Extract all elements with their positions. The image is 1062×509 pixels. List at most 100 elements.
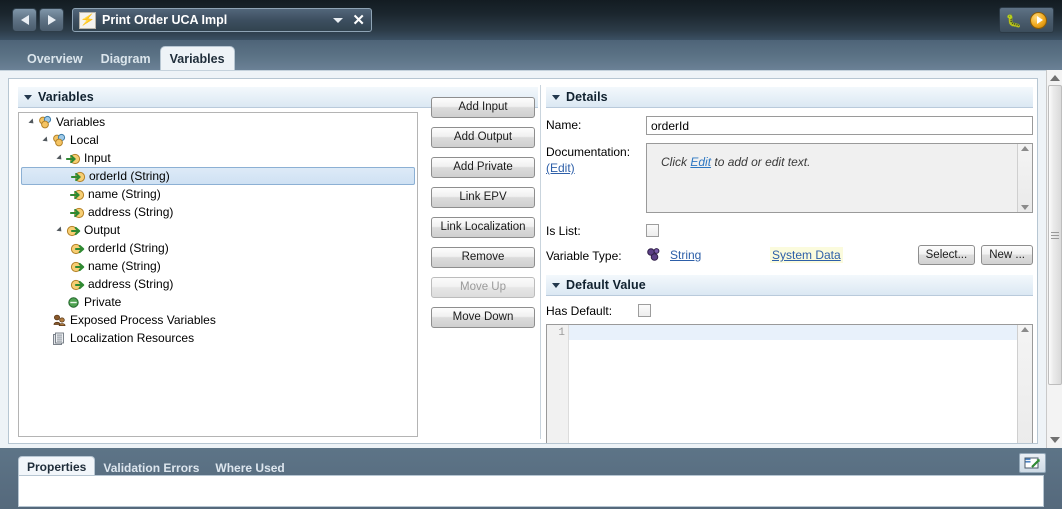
expand-arrow-icon[interactable] <box>55 154 65 162</box>
line-number: 1 <box>558 327 565 339</box>
add-output-button[interactable]: Add Output <box>431 127 535 148</box>
tree-item-localization-resources[interactable]: Localization Resources <box>19 329 417 347</box>
move-up-button: Move Up <box>431 277 535 298</box>
tree-item-label: Output <box>84 223 121 237</box>
variables-form: Variables Variables Local Input orderId … <box>8 78 1038 444</box>
documentation-edit-link[interactable]: (Edit) <box>546 161 646 175</box>
scroll-up-icon[interactable] <box>1021 327 1029 332</box>
chevron-down-icon[interactable] <box>333 17 344 23</box>
expand-arrow-icon[interactable] <box>55 226 65 234</box>
tree-item-input-address[interactable]: address (String) <box>19 203 417 221</box>
new-type-button[interactable]: New ... <box>981 245 1033 265</box>
tab-properties[interactable]: Properties <box>18 456 96 477</box>
tree-item-output[interactable]: Output <box>19 221 417 239</box>
properties-content <box>18 475 1044 507</box>
collapse-twisty-icon[interactable] <box>552 282 560 288</box>
output-variable-icon <box>69 241 85 256</box>
exposed-process-variables-icon <box>51 313 67 328</box>
default-value-section-header: Default Value <box>546 275 1033 296</box>
variable-type-label: Variable Type: <box>546 249 622 263</box>
tree-item-label: name (String) <box>88 187 161 201</box>
tree-item-label: Localization Resources <box>70 331 195 345</box>
documentation-inline-edit-link[interactable]: Edit <box>690 155 711 169</box>
tree-item-output-address[interactable]: address (String) <box>19 275 417 293</box>
documentation-label-group: Documentation: (Edit) <box>546 143 646 175</box>
scroll-down-icon[interactable] <box>1049 437 1060 443</box>
active-editor-chip[interactable]: ⚡ Print Order UCA Impl ✕ <box>72 8 372 32</box>
tree-item-input[interactable]: Input <box>19 149 417 167</box>
forward-button[interactable] <box>39 8 64 32</box>
tree-item-label: Private <box>84 295 122 309</box>
variables-section-title: Variables <box>38 90 94 104</box>
scroll-down-icon[interactable] <box>1021 205 1029 210</box>
input-variable-icon <box>65 151 81 166</box>
tree-item-output-orderid[interactable]: orderId (String) <box>19 239 417 257</box>
name-input[interactable] <box>646 116 1033 135</box>
expand-arrow-icon[interactable] <box>27 118 37 126</box>
output-variable-icon <box>65 223 81 238</box>
doc-prefix: Click <box>661 155 691 169</box>
is-list-row: Is List: <box>546 222 1033 238</box>
localization-resources-icon <box>51 331 67 346</box>
documentation-box[interactable]: Click Edit to add or edit text. <box>646 143 1033 213</box>
close-icon[interactable]: ✕ <box>352 13 365 28</box>
variables-action-buttons: Add Input Add Output Add Private Link EP… <box>431 97 535 328</box>
tab-diagram[interactable]: Diagram <box>92 48 160 70</box>
run-play-icon[interactable] <box>1030 11 1047 29</box>
collapse-twisty-icon[interactable] <box>552 94 560 100</box>
collapse-twisty-icon[interactable] <box>24 94 32 100</box>
back-arrow-icon <box>20 15 29 25</box>
add-private-button[interactable]: Add Private <box>431 157 535 178</box>
has-default-checkbox[interactable] <box>638 304 651 317</box>
select-type-button[interactable]: Select... <box>917 245 976 265</box>
default-value-scrollbar[interactable] <box>1017 325 1032 443</box>
details-section-title: Details <box>566 90 608 104</box>
remove-button[interactable]: Remove <box>431 247 535 268</box>
bottom-tab-bar: Properties Validation Errors Where Used <box>18 454 293 477</box>
move-down-button[interactable]: Move Down <box>431 307 535 328</box>
application-window: ⚡ Print Order UCA Impl ✕ 🐛 Overview Diag… <box>0 0 1062 509</box>
tree-item-input-name[interactable]: name (String) <box>19 185 417 203</box>
scrollbar-thumb[interactable] <box>1047 85 1062 385</box>
scroll-up-icon[interactable] <box>1021 146 1029 151</box>
variable-type-value-link[interactable]: String <box>670 248 770 262</box>
variables-tree-row: Variables Local Input orderId (String) n… <box>18 97 538 437</box>
editor-title: Print Order UCA Impl <box>102 13 228 27</box>
tab-variables[interactable]: Variables <box>159 46 235 70</box>
documentation-row: Documentation: (Edit) Click Edit to add … <box>546 143 1033 213</box>
link-localization-button[interactable]: Link Localization <box>431 217 535 238</box>
documentation-scrollbar[interactable] <box>1017 144 1032 212</box>
details-panel: Details Name: Documentation: (Edit) Clic… <box>546 87 1033 443</box>
code-content[interactable] <box>569 325 1017 443</box>
tree-item-label: Local <box>70 133 99 147</box>
forward-arrow-icon <box>47 15 56 25</box>
tree-item-input-orderid[interactable]: orderId (String) <box>21 167 415 185</box>
tree-item-private[interactable]: Private <box>19 293 417 311</box>
page-scrollbar[interactable] <box>1046 70 1062 448</box>
tree-item-output-name[interactable]: name (String) <box>19 257 417 275</box>
input-variable-icon <box>70 169 86 184</box>
output-variable-icon <box>69 259 85 274</box>
tab-overview[interactable]: Overview <box>18 48 92 70</box>
variables-tree[interactable]: Variables Local Input orderId (String) n… <box>18 112 418 437</box>
restore-view-icon[interactable] <box>1019 453 1046 473</box>
bottom-view: Properties Validation Errors Where Used <box>0 448 1062 509</box>
default-value-editor[interactable]: 1 <box>546 324 1033 443</box>
tree-item-label: Input <box>84 151 111 165</box>
tree-item-exposed-process-variables[interactable]: Exposed Process Variables <box>19 311 417 329</box>
tree-item-local[interactable]: Local <box>19 131 417 149</box>
tree-item-variables[interactable]: Variables <box>19 113 417 131</box>
system-data-link[interactable]: System Data <box>770 247 843 263</box>
input-variable-icon <box>69 205 85 220</box>
name-label: Name: <box>546 118 582 132</box>
scrollbar-track[interactable] <box>1047 81 1062 437</box>
bug-icon[interactable]: 🐛 <box>1006 14 1022 27</box>
back-button[interactable] <box>12 8 37 32</box>
is-list-checkbox[interactable] <box>646 224 659 237</box>
active-code-line[interactable] <box>569 325 1017 340</box>
link-epv-button[interactable]: Link EPV <box>431 187 535 208</box>
run-toolbar: 🐛 <box>998 7 1054 33</box>
panel-divider[interactable] <box>540 85 541 439</box>
add-input-button[interactable]: Add Input <box>431 97 535 118</box>
expand-arrow-icon[interactable] <box>41 136 51 144</box>
